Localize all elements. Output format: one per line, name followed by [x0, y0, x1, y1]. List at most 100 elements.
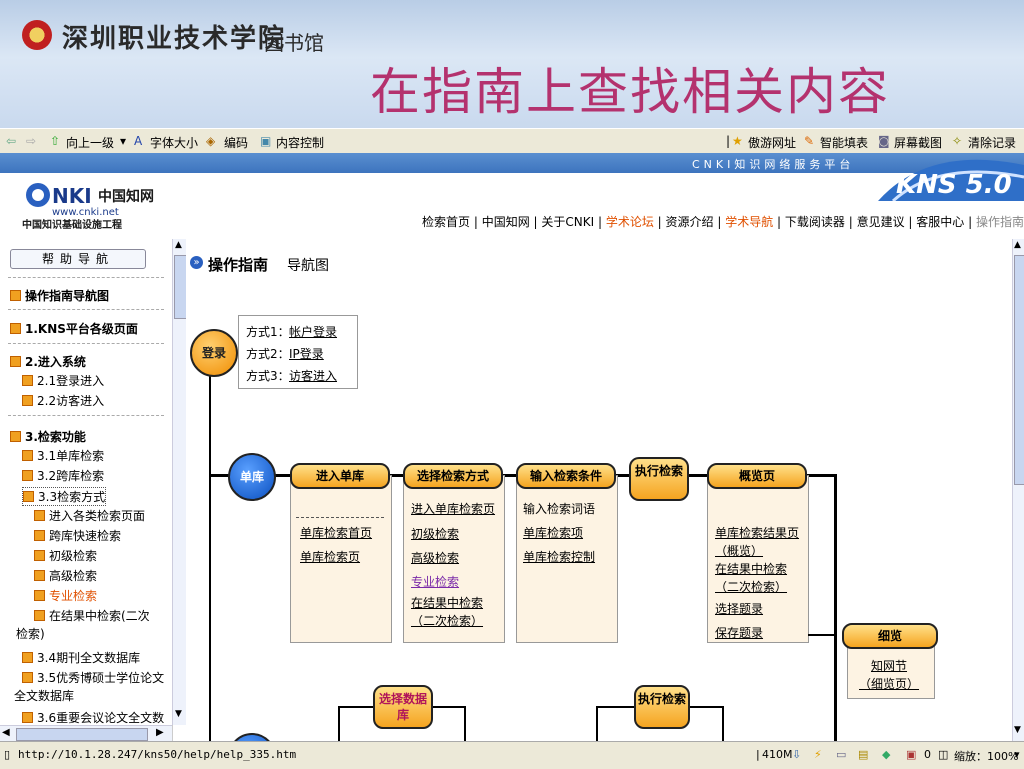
- nav-service-center[interactable]: 客服中心: [916, 215, 964, 229]
- popup-blocker-icon[interactable]: ▣: [906, 748, 916, 761]
- zoom-level[interactable]: 缩放：100%: [954, 748, 1018, 764]
- help-nav-button[interactable]: 帮助导航: [10, 249, 146, 269]
- smart-fill-button[interactable]: 智能填表: [820, 134, 868, 151]
- scroll-up-icon[interactable]: ▲: [1014, 240, 1021, 250]
- kns-header: CNKI知识网络服务平台 KNS 5.0 NKI 中国知网 www.cnki.n…: [0, 153, 1024, 239]
- knowledge-node-link[interactable]: 知网节: [871, 657, 907, 674]
- nav-operation-guide[interactable]: 操作指南: [976, 215, 1024, 229]
- scroll-thumb[interactable]: [16, 728, 148, 741]
- guide-content: » 操作指南 导航图 登录 方式1： 帐户登录 方式2： IP登录 方式3： 访…: [186, 239, 1012, 741]
- chevron-down-icon[interactable]: ▾: [120, 134, 126, 148]
- toc-item-selected[interactable]: 3.3检索方式: [22, 487, 107, 506]
- enter-search-page-link[interactable]: 进入单库检索页: [411, 500, 495, 517]
- results-page-link[interactable]: 单库检索结果页: [715, 524, 799, 541]
- account-login-link[interactable]: 帐户登录: [289, 323, 337, 340]
- nav-search-home[interactable]: 检索首页: [422, 215, 470, 229]
- toc-item-active[interactable]: 专业检索: [34, 587, 97, 604]
- basic-search-link[interactable]: 初级检索: [411, 525, 459, 542]
- single-lib-control-link[interactable]: 单库检索控制: [523, 548, 595, 565]
- select-records-link[interactable]: 选择题录: [715, 600, 763, 617]
- secondary-search-link[interactable]: （二次检索）: [411, 612, 483, 629]
- toc-vscrollbar[interactable]: ▲ ▼: [172, 239, 187, 725]
- screenshot-button[interactable]: 屏幕截图: [894, 134, 942, 151]
- toc-item-cont[interactable]: 检索): [16, 625, 45, 642]
- cross-lib-node-partial: [228, 733, 276, 741]
- toc-item-cont[interactable]: 全文数据库: [14, 687, 74, 704]
- slide-title: 在指南上查找相关内容: [370, 63, 890, 121]
- overview-page-header: 概览页: [707, 463, 807, 489]
- forward-icon[interactable]: ⇨: [26, 134, 36, 148]
- toc-hscrollbar[interactable]: ◀ ▶: [0, 725, 172, 741]
- ip-login-link[interactable]: IP登录: [289, 345, 324, 362]
- guest-login-link[interactable]: 访客进入: [289, 367, 337, 384]
- zoom-icon[interactable]: ◫: [938, 748, 948, 761]
- font-size-button[interactable]: 字体大小: [150, 134, 198, 151]
- svg-text:中国知网: 中国知网: [98, 188, 154, 205]
- content-vscrollbar[interactable]: ▲ ▼: [1012, 239, 1024, 741]
- toc-item[interactable]: 操作指南导航图: [10, 287, 109, 304]
- scroll-thumb[interactable]: [1014, 255, 1024, 485]
- nav-download-reader[interactable]: 下载阅读器: [785, 215, 845, 229]
- nav-cnki-china[interactable]: 中国知网: [482, 215, 530, 229]
- nav-resources[interactable]: 资源介绍: [666, 215, 714, 229]
- toc-item[interactable]: 在结果中检索(二次: [34, 607, 150, 624]
- toc-item[interactable]: 3.2跨库检索: [22, 467, 104, 484]
- toc-item[interactable]: 3.检索功能: [10, 428, 86, 445]
- lightning-icon[interactable]: ⚡: [814, 748, 822, 761]
- execute-search-node-2: 执行检索: [634, 685, 690, 729]
- login-node: 登录: [190, 329, 238, 377]
- save-records-link[interactable]: 保存题录: [715, 624, 763, 641]
- folder-icon[interactable]: ▤: [858, 748, 868, 761]
- toc-item[interactable]: 高级检索: [34, 567, 97, 584]
- search-in-results-link[interactable]: 在结果中检索: [411, 594, 483, 611]
- window-icon[interactable]: ▭: [836, 748, 846, 761]
- single-lib-search-link[interactable]: 单库检索页: [300, 548, 360, 565]
- toc-item[interactable]: 跨库快速检索: [34, 527, 121, 544]
- slide-banner: 深圳职业技术学院 图书馆 在指南上查找相关内容: [0, 0, 1024, 128]
- professional-search-link[interactable]: 专业检索: [411, 573, 459, 590]
- encoding-button[interactable]: 编码: [224, 134, 248, 151]
- single-lib-fields-link[interactable]: 单库检索项: [523, 524, 583, 541]
- nav-suggestions[interactable]: 意见建议: [857, 215, 905, 229]
- popup-count: 0: [924, 748, 931, 761]
- page-subtitle: 导航图: [287, 258, 329, 274]
- up-level-button[interactable]: 向上一级: [66, 134, 114, 151]
- toc-item[interactable]: 1.KNS平台各级页面: [10, 320, 138, 337]
- content-control-button[interactable]: 内容控制: [276, 134, 324, 151]
- scroll-right-icon[interactable]: ▶: [156, 727, 164, 738]
- toc-item[interactable]: 2.1登录进入: [22, 372, 104, 389]
- toc-item[interactable]: 3.6重要会议论文全文数: [22, 709, 164, 726]
- maxthon-favorites-button[interactable]: 傲游网址: [748, 134, 796, 151]
- toc-item[interactable]: 3.1单库检索: [22, 447, 104, 464]
- advanced-search-link[interactable]: 高级检索: [411, 549, 459, 566]
- back-icon[interactable]: ⇦: [6, 134, 16, 148]
- scroll-down-icon[interactable]: ▼: [175, 709, 182, 719]
- download-icon[interactable]: ⇩: [792, 748, 801, 761]
- screenshot-icon: ◙: [878, 134, 890, 148]
- detail-page-link[interactable]: （细览页）: [859, 675, 919, 692]
- svg-text:NKI: NKI: [52, 184, 92, 208]
- toc-item[interactable]: 进入各类检索页面: [34, 507, 145, 524]
- scroll-left-icon[interactable]: ◀: [2, 727, 10, 738]
- toc-item[interactable]: 初级检索: [34, 547, 97, 564]
- gem-icon[interactable]: ◆: [882, 748, 890, 761]
- overview-link[interactable]: （概览）: [715, 542, 763, 559]
- toc-item[interactable]: 3.5优秀博硕士学位论文: [22, 669, 164, 686]
- toc-item[interactable]: 3.4期刊全文数据库: [22, 649, 140, 666]
- chevron-down-icon[interactable]: ▾: [1014, 748, 1020, 761]
- help-nav-label: 帮助导航: [41, 252, 114, 266]
- secondary-search-link-2[interactable]: （二次检索）: [715, 578, 787, 595]
- nav-academic-forum[interactable]: 学术论坛: [606, 215, 654, 229]
- scroll-up-icon[interactable]: ▲: [175, 240, 182, 250]
- clear-records-button[interactable]: 清除记录: [968, 134, 1016, 151]
- status-url: http://10.1.28.247/kns50/help/help_335.h…: [18, 748, 297, 761]
- nav-academic-navigation[interactable]: 学术导航: [725, 215, 773, 229]
- search-in-results-link-2[interactable]: 在结果中检索: [715, 560, 787, 577]
- browser-toolbar: ⇦ ⇨ ⇧ 向上一级 ▾ A 字体大小 ◈ 编码 ▣ 内容控制 | ★ 傲游网址…: [0, 129, 1024, 154]
- scroll-down-icon[interactable]: ▼: [1014, 725, 1021, 735]
- toc-item[interactable]: 2.2访客进入: [22, 392, 104, 409]
- nav-about-cnki[interactable]: 关于CNKI: [541, 215, 594, 229]
- clear-icon: ✧: [952, 134, 963, 148]
- single-lib-home-link[interactable]: 单库检索首页: [300, 524, 372, 541]
- toc-item[interactable]: 2.进入系统: [10, 353, 86, 370]
